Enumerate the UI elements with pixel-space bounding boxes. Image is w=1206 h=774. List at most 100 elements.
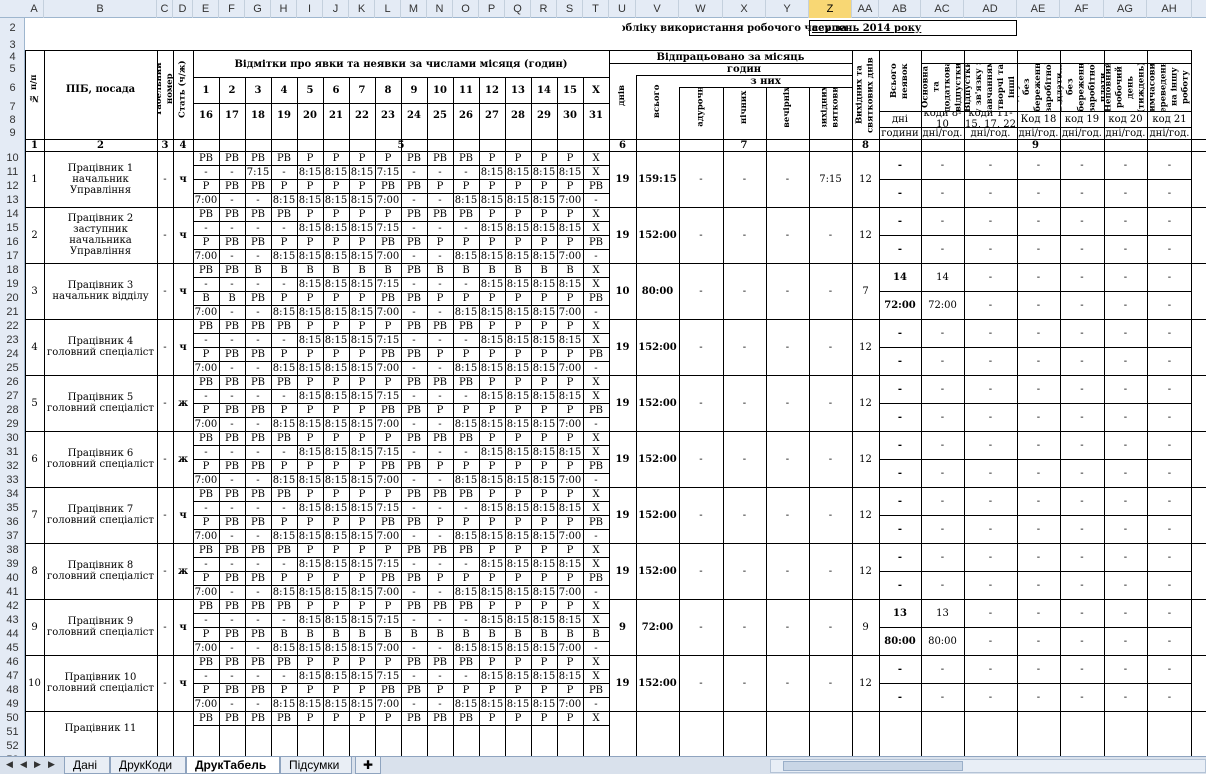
- days-label[interactable]: днів: [609, 63, 636, 127]
- tab-number[interactable]: -: [157, 151, 173, 207]
- day-mark[interactable]: 8:15: [531, 389, 557, 403]
- reason-empty[interactable]: -: [964, 291, 1017, 319]
- day-mark[interactable]: РВ: [427, 655, 453, 669]
- worked-label[interactable]: Відпрацьовано за місяць: [609, 51, 852, 63]
- day-mark[interactable]: -: [219, 389, 245, 403]
- day-mark[interactable]: -: [245, 305, 271, 319]
- day-mark[interactable]: Р: [453, 571, 479, 585]
- column-header-ad[interactable]: AD: [964, 0, 1017, 18]
- reason-empty[interactable]: -: [1147, 347, 1192, 375]
- day-mark[interactable]: Р: [479, 487, 505, 501]
- day-mark[interactable]: Р: [349, 543, 375, 557]
- day-mark[interactable]: 8:15: [349, 221, 375, 235]
- absence-days[interactable]: -: [879, 543, 921, 571]
- day-mark[interactable]: Р: [479, 711, 505, 725]
- day-mark[interactable]: 8:15: [297, 585, 323, 599]
- day-mark[interactable]: -: [193, 221, 219, 235]
- day-mark[interactable]: -: [427, 249, 453, 263]
- worked-days[interactable]: 10: [609, 263, 636, 319]
- day-mark[interactable]: -: [271, 669, 297, 683]
- column-header-t[interactable]: T: [583, 0, 609, 18]
- reason-code-ad[interactable]: коди 11-15, 17, 22: [964, 111, 1017, 127]
- day-mark[interactable]: Р: [297, 347, 323, 361]
- day-mark[interactable]: РВ: [401, 151, 427, 165]
- evening-value[interactable]: -: [766, 151, 809, 207]
- day-mark[interactable]: 8:15: [479, 445, 505, 459]
- day-mark[interactable]: -: [219, 305, 245, 319]
- day-mark[interactable]: 8:15: [453, 361, 479, 375]
- day-mark[interactable]: Р: [323, 431, 349, 445]
- day-mark[interactable]: -: [245, 361, 271, 375]
- tab-number[interactable]: -: [157, 543, 173, 599]
- sheet-tab[interactable]: Дані: [64, 757, 110, 774]
- day-mark[interactable]: -: [401, 333, 427, 347]
- row-header[interactable]: 11: [0, 165, 24, 179]
- reason-empty[interactable]: -: [964, 599, 1017, 627]
- column-header-l[interactable]: L: [375, 0, 401, 18]
- day-mark[interactable]: РВ: [375, 235, 401, 249]
- day-mark[interactable]: -: [219, 249, 245, 263]
- day-mark[interactable]: 7:00: [375, 193, 401, 207]
- day-mark[interactable]: Р: [505, 235, 531, 249]
- day-mark[interactable]: -: [427, 557, 453, 571]
- day-mark[interactable]: РВ: [427, 711, 453, 725]
- reason-empty[interactable]: -: [1147, 571, 1192, 599]
- day-mark[interactable]: РВ: [401, 403, 427, 417]
- row-header[interactable]: 21: [0, 305, 24, 319]
- reason-code-ac[interactable]: коди 8-10: [921, 111, 964, 127]
- row-header[interactable]: 3: [0, 39, 24, 51]
- column-header-j[interactable]: J: [323, 0, 349, 18]
- day-bottom[interactable]: 20: [297, 103, 323, 127]
- day-mark[interactable]: Х: [583, 711, 609, 725]
- day-mark[interactable]: 8:15: [531, 697, 557, 711]
- worked-total[interactable]: 152:00: [636, 319, 679, 375]
- vacation-days[interactable]: -: [921, 207, 964, 235]
- tab-number[interactable]: -: [157, 207, 173, 263]
- reason-empty[interactable]: -: [1017, 179, 1060, 207]
- sex-cell[interactable]: ч: [173, 207, 193, 263]
- day-mark[interactable]: -: [219, 193, 245, 207]
- day-mark[interactable]: Р: [375, 151, 401, 165]
- reason-empty[interactable]: -: [964, 179, 1017, 207]
- reason-empty[interactable]: -: [1017, 543, 1060, 571]
- day-mark[interactable]: РВ: [375, 459, 401, 473]
- day-top[interactable]: 4: [271, 77, 297, 103]
- day-mark[interactable]: 8:15: [531, 529, 557, 543]
- absence-days[interactable]: -: [879, 207, 921, 235]
- day-mark[interactable]: 8:15: [323, 445, 349, 459]
- day-mark[interactable]: -: [427, 389, 453, 403]
- day-mark[interactable]: -: [401, 277, 427, 291]
- day-mark[interactable]: -: [193, 669, 219, 683]
- tab-number[interactable]: -: [157, 319, 173, 375]
- day-mark[interactable]: -: [271, 445, 297, 459]
- reason-empty[interactable]: -: [1017, 683, 1060, 711]
- day-mark[interactable]: РВ: [401, 319, 427, 333]
- day-mark[interactable]: Р: [505, 151, 531, 165]
- row-header[interactable]: 48: [0, 683, 24, 697]
- day-mark[interactable]: Р: [193, 571, 219, 585]
- day-mark[interactable]: -: [427, 529, 453, 543]
- day-mark[interactable]: 8:15: [479, 501, 505, 515]
- row-header[interactable]: 12: [0, 179, 24, 193]
- reason-empty[interactable]: -: [1104, 599, 1147, 627]
- day-mark[interactable]: РВ: [271, 711, 297, 725]
- row-header[interactable]: 25: [0, 361, 24, 375]
- day-mark[interactable]: В: [375, 627, 401, 641]
- day-mark[interactable]: Р: [479, 207, 505, 221]
- vacation-hours[interactable]: -: [921, 459, 964, 487]
- row-header[interactable]: 44: [0, 627, 24, 641]
- day-mark[interactable]: РВ: [453, 207, 479, 221]
- day-mark[interactable]: -: [271, 613, 297, 627]
- night-value[interactable]: -: [723, 207, 766, 263]
- day-mark[interactable]: РВ: [219, 179, 245, 193]
- day-mark[interactable]: 8:15: [505, 193, 531, 207]
- worked-days[interactable]: 19: [609, 487, 636, 543]
- day-mark[interactable]: Р: [271, 459, 297, 473]
- day-mark[interactable]: 8:15: [505, 417, 531, 431]
- day-mark[interactable]: В: [505, 627, 531, 641]
- reason-empty[interactable]: -: [964, 235, 1017, 263]
- reason-empty[interactable]: -: [1017, 235, 1060, 263]
- day-mark[interactable]: Р: [531, 599, 557, 613]
- hours-label[interactable]: годин: [636, 63, 852, 75]
- day-mark[interactable]: РВ: [401, 459, 427, 473]
